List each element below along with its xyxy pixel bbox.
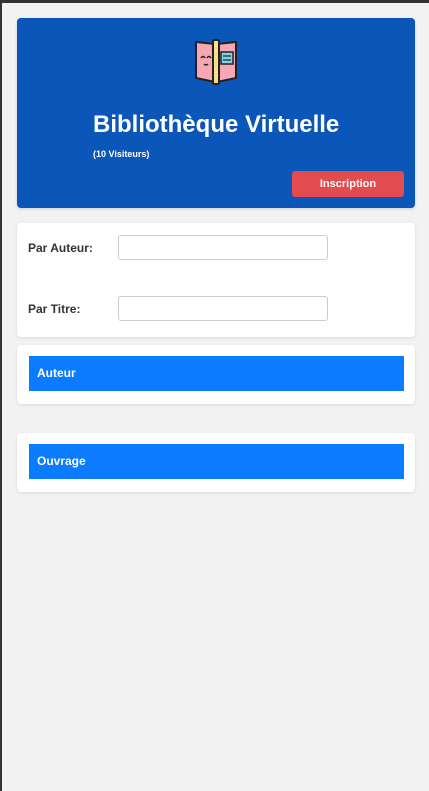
- search-panel: Par Auteur: Par Titre:: [17, 223, 415, 337]
- book-icon: [190, 34, 242, 86]
- work-section: Ouvrage: [17, 433, 415, 492]
- work-section-header[interactable]: Ouvrage: [29, 444, 404, 479]
- author-filter-input[interactable]: [118, 235, 328, 260]
- author-section-header[interactable]: Auteur: [29, 356, 404, 391]
- header-banner: Bibliothèque Virtuelle (10 Visiteurs) In…: [17, 18, 415, 208]
- visitor-count: (10 Visiteurs): [93, 149, 150, 159]
- title-filter-input[interactable]: [118, 296, 328, 321]
- title-filter-label: Par Titre:: [28, 302, 81, 316]
- signup-button[interactable]: Inscription: [292, 171, 404, 197]
- author-section: Auteur: [17, 345, 415, 404]
- page-title: Bibliothèque Virtuelle: [93, 111, 340, 138]
- author-filter-label: Par Auteur:: [28, 241, 93, 255]
